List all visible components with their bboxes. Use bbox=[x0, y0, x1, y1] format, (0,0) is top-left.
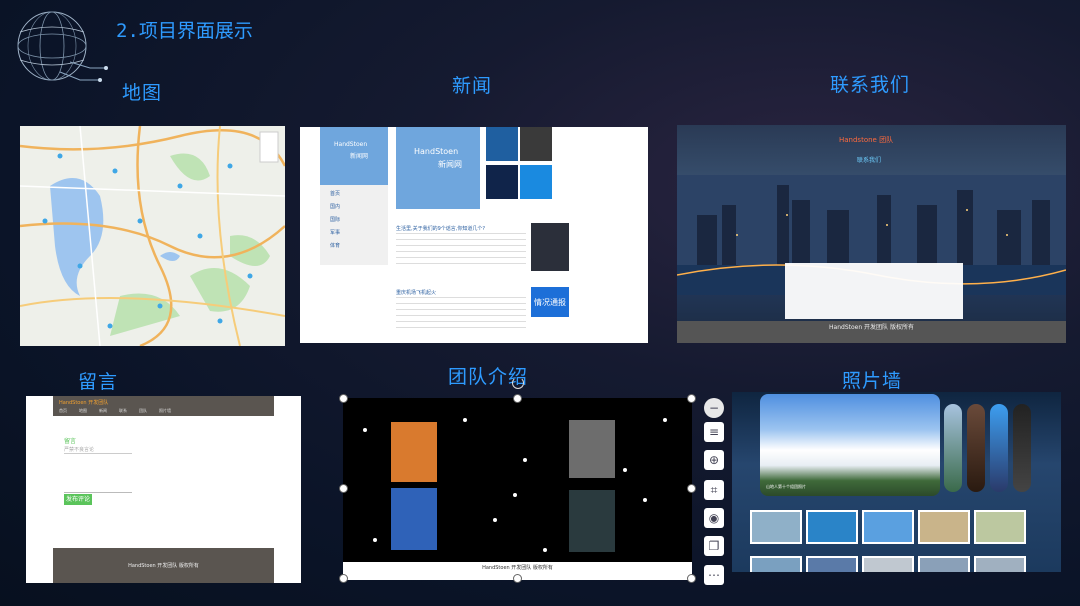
slide-title: 2.项目界面展示 bbox=[116, 20, 253, 42]
team-footer-text: HandStoen 开发团队 版权所有 bbox=[482, 565, 553, 571]
featured-photo: 山地人第十个组团照片 bbox=[760, 394, 940, 496]
resize-handle[interactable] bbox=[513, 574, 522, 583]
message-nav-item[interactable]: 地图 bbox=[79, 408, 87, 414]
label-photo: 照片墙 bbox=[842, 370, 903, 392]
news-badge-text: 情况通报 bbox=[534, 297, 566, 307]
more-icon[interactable]: ⋯ bbox=[704, 565, 724, 585]
message-nav-item[interactable]: 照片墙 bbox=[159, 408, 171, 414]
news-thumb bbox=[486, 165, 518, 199]
news-badge: 情况通报 bbox=[531, 287, 569, 317]
label-news: 新闻 bbox=[452, 75, 493, 97]
photo-thumb[interactable] bbox=[862, 556, 914, 572]
message-submit-label: 发布评论 bbox=[65, 496, 90, 503]
resize-handle[interactable] bbox=[687, 574, 696, 583]
contact-footer-text: HandStoen 开发团队 版权所有 bbox=[829, 324, 914, 331]
photo-wall-screenshot: 山地人第十个组团照片 bbox=[732, 392, 1061, 572]
message-input[interactable]: 严禁不良言论 bbox=[64, 446, 132, 454]
team-member-photo bbox=[569, 490, 615, 552]
resize-handle[interactable] bbox=[513, 394, 522, 403]
message-brand: HandStoen 开发团队 bbox=[59, 400, 109, 406]
message-header: HandStoen 开发团队 首页 地图 新闻 联系 团队 照片墙 bbox=[53, 396, 274, 416]
photo-thumb[interactable] bbox=[862, 510, 914, 544]
team-member-photo bbox=[391, 488, 437, 550]
message-form-title: 留言 bbox=[64, 438, 77, 445]
message-screenshot: HandStoen 开发团队 首页 地图 新闻 联系 团队 照片墙 留言 严禁不… bbox=[26, 396, 301, 583]
news-article-body bbox=[396, 233, 526, 269]
news-logo-big-sub: 新闻网 bbox=[438, 160, 462, 169]
crop-icon[interactable]: ⌗ bbox=[704, 480, 724, 500]
label-message: 留言 bbox=[78, 371, 119, 393]
resize-handle[interactable] bbox=[339, 484, 348, 493]
photo-thumb[interactable] bbox=[806, 556, 858, 572]
message-footer-text: HandStoen 开发团队 版权所有 bbox=[128, 563, 199, 569]
rotate-handle-icon[interactable] bbox=[512, 377, 524, 389]
photo-thumb[interactable] bbox=[918, 510, 970, 544]
news-side-item[interactable]: 首页 bbox=[330, 191, 388, 198]
news-side-item[interactable]: 军事 bbox=[330, 230, 388, 237]
message-nav-item[interactable]: 联系 bbox=[119, 408, 127, 414]
news-thumb bbox=[486, 127, 518, 161]
label-contact: 联系我们 bbox=[830, 74, 911, 96]
news-logo-small-sub: 新闻网 bbox=[350, 153, 369, 160]
photo-thumb[interactable] bbox=[974, 510, 1026, 544]
message-nav-item[interactable]: 新闻 bbox=[99, 408, 107, 414]
message-textarea[interactable] bbox=[64, 466, 132, 493]
contact-brand: Handstone 团队 bbox=[839, 136, 894, 144]
replace-image-icon[interactable]: ❐ bbox=[704, 536, 724, 556]
news-side-item[interactable]: 体育 bbox=[330, 243, 388, 250]
photo-thumb[interactable] bbox=[806, 510, 858, 544]
news-article-title[interactable]: 重庆机场飞机起火 bbox=[396, 289, 436, 296]
news-logo-small: HandStoen bbox=[334, 141, 368, 148]
resize-handle[interactable] bbox=[339, 394, 348, 403]
news-screenshot: HandStoen 新闻网 首页 国内 国际 军事 体育 HandStoen 新… bbox=[300, 127, 648, 343]
resize-handle[interactable] bbox=[687, 394, 696, 403]
news-article-image bbox=[531, 223, 569, 271]
resize-handle[interactable] bbox=[339, 574, 348, 583]
resize-handle[interactable] bbox=[687, 484, 696, 493]
featured-photo-caption: 山地人第十个组团照片 bbox=[766, 484, 806, 489]
photo-thumb[interactable] bbox=[918, 556, 970, 572]
news-article-title[interactable]: 生活里,关于我们的9个谣言,你知道几个? bbox=[396, 225, 485, 232]
news-sidebar: 首页 国内 国际 军事 体育 bbox=[320, 185, 388, 265]
globe-logo bbox=[10, 2, 110, 92]
lightbulb-icon[interactable]: ◉ bbox=[704, 508, 724, 528]
news-side-item[interactable]: 国内 bbox=[330, 204, 388, 211]
news-side-item[interactable]: 国际 bbox=[330, 217, 388, 224]
photo-thumb[interactable] bbox=[974, 556, 1026, 572]
news-logo-big: HandStoen bbox=[414, 147, 459, 156]
news-article-body bbox=[396, 297, 526, 329]
contact-form[interactable] bbox=[785, 263, 963, 319]
label-map: 地图 bbox=[122, 82, 163, 104]
photo-strip[interactable] bbox=[967, 404, 985, 492]
message-footer: HandStoen 开发团队 版权所有 bbox=[53, 548, 274, 583]
message-nav-item[interactable]: 首页 bbox=[59, 408, 67, 414]
layers-icon[interactable]: ≡ bbox=[704, 422, 724, 442]
news-banner: HandStoen 新闻网 bbox=[396, 127, 480, 209]
message-nav-item[interactable]: 团队 bbox=[139, 408, 147, 414]
photo-thumb[interactable] bbox=[750, 556, 802, 572]
photo-strip[interactable] bbox=[990, 404, 1008, 492]
team-member-photo bbox=[391, 422, 437, 482]
photo-thumb[interactable] bbox=[750, 510, 802, 544]
photo-strip[interactable] bbox=[944, 404, 962, 492]
contact-footer: HandStoen 开发团队 版权所有 bbox=[677, 321, 1066, 343]
news-thumb bbox=[520, 165, 552, 199]
message-submit-button[interactable]: 发布评论 bbox=[64, 494, 92, 505]
news-sidebar-header: HandStoen 新闻网 bbox=[320, 127, 388, 185]
contact-screenshot: Handstone 团队 联系我们 HandStoen 开发团队 版权所有 bbox=[677, 125, 1066, 343]
photo-strip[interactable] bbox=[1013, 404, 1031, 492]
map-screenshot bbox=[20, 126, 285, 346]
minus-icon[interactable]: − bbox=[704, 398, 724, 418]
contact-section-title: 联系我们 bbox=[857, 157, 882, 164]
team-member-photo bbox=[569, 420, 615, 478]
news-thumb bbox=[520, 127, 552, 161]
team-screenshot: HandStoen 开发团队 版权所有 bbox=[343, 398, 692, 580]
zoom-icon[interactable]: ⊕ bbox=[704, 450, 724, 470]
